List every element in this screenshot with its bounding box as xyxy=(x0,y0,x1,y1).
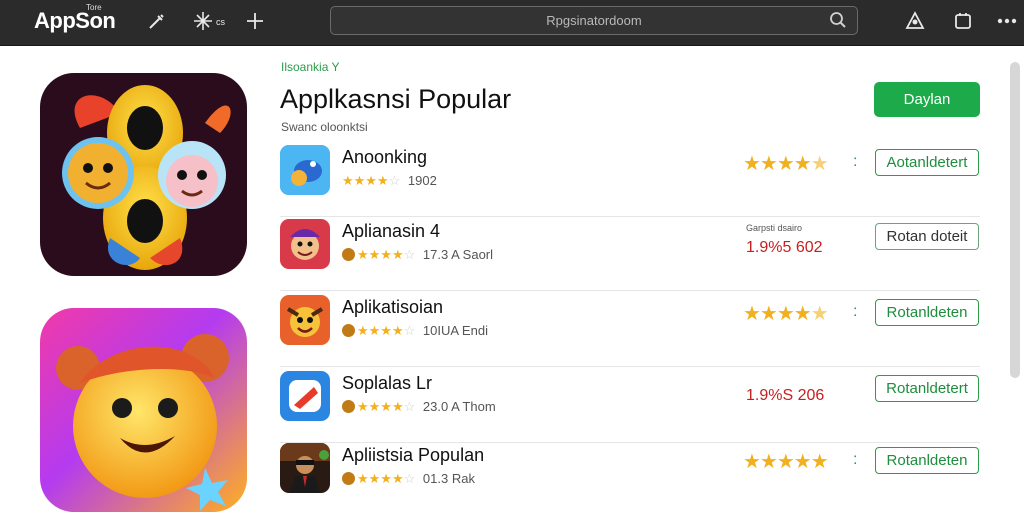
app-row[interactable]: Anoonking ★★★★☆ 1902 ★★★★★ : Aotanldeter… xyxy=(280,145,980,217)
star-icon: ★★★★ xyxy=(357,471,404,486)
price: 1.9%S 206 xyxy=(746,387,825,404)
rating-stars-large: ★★★★★ xyxy=(743,451,829,473)
star-empty-icon: ☆ xyxy=(403,247,416,262)
app-icon[interactable] xyxy=(280,371,330,421)
star-empty-icon: ☆ xyxy=(403,399,416,414)
logo-superscript: Tore xyxy=(86,3,102,12)
get-app-button[interactable]: Rotanldeten xyxy=(875,447,979,474)
coin-icon xyxy=(342,472,355,485)
star-icon: ★★★★ xyxy=(357,247,404,262)
coin-icon xyxy=(342,248,355,261)
rating-count: 23.0 A Thom xyxy=(422,399,496,414)
breadcrumb[interactable]: Ilsoankia Y xyxy=(281,60,339,74)
search-icon[interactable] xyxy=(829,11,847,34)
star-icon: ★★★★ xyxy=(342,173,389,188)
search-input[interactable] xyxy=(331,7,857,34)
app-icon[interactable] xyxy=(280,295,330,345)
star-empty-icon: ☆ xyxy=(403,323,416,338)
page-title: Applkasnsi Popular xyxy=(280,84,512,114)
user-icon[interactable] xyxy=(904,10,926,38)
app-icon[interactable] xyxy=(280,145,330,195)
get-app-button[interactable]: Aotanldetert xyxy=(875,149,979,176)
window-icon[interactable] xyxy=(952,10,974,38)
app-name[interactable]: Anoonking xyxy=(342,147,427,168)
app-row[interactable]: Soplalas Lr ★★★★☆ 23.0 A Thom 1.9%S 206 … xyxy=(280,371,980,443)
star-icon: ★★★★ xyxy=(357,323,404,338)
price-label: Garpsti dsairo xyxy=(746,223,803,233)
more-icon[interactable] xyxy=(996,10,1018,38)
rating-count: 01.3 Rak xyxy=(422,471,475,486)
coin-icon xyxy=(342,400,355,413)
app-icon[interactable] xyxy=(280,219,330,269)
rating-count: 17.3 A Saorl xyxy=(422,247,494,262)
star-empty-icon: ☆ xyxy=(388,173,401,188)
get-app-button[interactable]: Rotanldetert xyxy=(875,375,979,402)
app-icon[interactable] xyxy=(280,443,330,493)
svg-text:cs: cs xyxy=(216,17,226,27)
star-icon: ★★★★ xyxy=(357,399,404,414)
app-rating: ★★★★☆ 1902 xyxy=(342,173,437,189)
featured-app-icon-2[interactable] xyxy=(40,308,247,512)
rating-count: 1902 xyxy=(407,173,437,188)
app-row[interactable]: Apliistsia Populan ★★★★☆ 01.3 Rak ★★★★★ … xyxy=(280,443,980,515)
search-bar[interactable] xyxy=(330,6,858,35)
scrollbar-thumb[interactable] xyxy=(1010,62,1020,378)
get-app-button[interactable]: Rotan doteit xyxy=(875,223,979,250)
app-rating: ★★★★☆ 10IUA Endi xyxy=(342,323,488,339)
star-empty-icon: ☆ xyxy=(403,471,416,486)
app-row[interactable]: Aplikatisoian ★★★★☆ 10IUA Endi ★★★★★ : R… xyxy=(280,295,980,367)
dot-separator: : xyxy=(853,451,858,468)
app-name[interactable]: Soplalas Lr xyxy=(342,373,432,394)
app-rating: ★★★★☆ 23.0 A Thom xyxy=(342,399,496,415)
app-row[interactable]: Aplianasin 4 ★★★★☆ 17.3 A Saorl Garpsti … xyxy=(280,219,980,291)
top-bar: AppSon Tore cs xyxy=(0,0,1024,46)
app-name[interactable]: Aplikatisoian xyxy=(342,297,443,318)
rating-count: 10IUA Endi xyxy=(422,323,488,338)
featured-app-icon-1[interactable] xyxy=(40,73,247,276)
coin-icon xyxy=(342,324,355,337)
app-rating: ★★★★☆ 01.3 Rak xyxy=(342,471,475,487)
rating-stars-large: ★★★★★ xyxy=(743,153,829,175)
app-logo[interactable]: AppSon xyxy=(34,8,116,34)
app-name[interactable]: Apliistsia Populan xyxy=(342,445,484,466)
app-name[interactable]: Aplianasin 4 xyxy=(342,221,440,242)
dot-separator: : xyxy=(853,153,858,170)
rating-stars-large: ★★★★★ xyxy=(743,303,829,325)
get-app-button[interactable]: Rotanldeten xyxy=(875,299,979,326)
plus-icon[interactable] xyxy=(244,10,266,38)
primary-action-button[interactable]: Daylan xyxy=(874,82,980,117)
app-rating: ★★★★☆ 17.3 A Saorl xyxy=(342,247,493,263)
dot-separator: : xyxy=(853,303,858,320)
sparkle-icon[interactable]: cs xyxy=(192,10,230,38)
pen-tool-icon[interactable] xyxy=(146,10,168,38)
price: 1.9%5 602 xyxy=(746,239,823,256)
page-subtitle: Swanc oloonktsi xyxy=(281,120,368,134)
